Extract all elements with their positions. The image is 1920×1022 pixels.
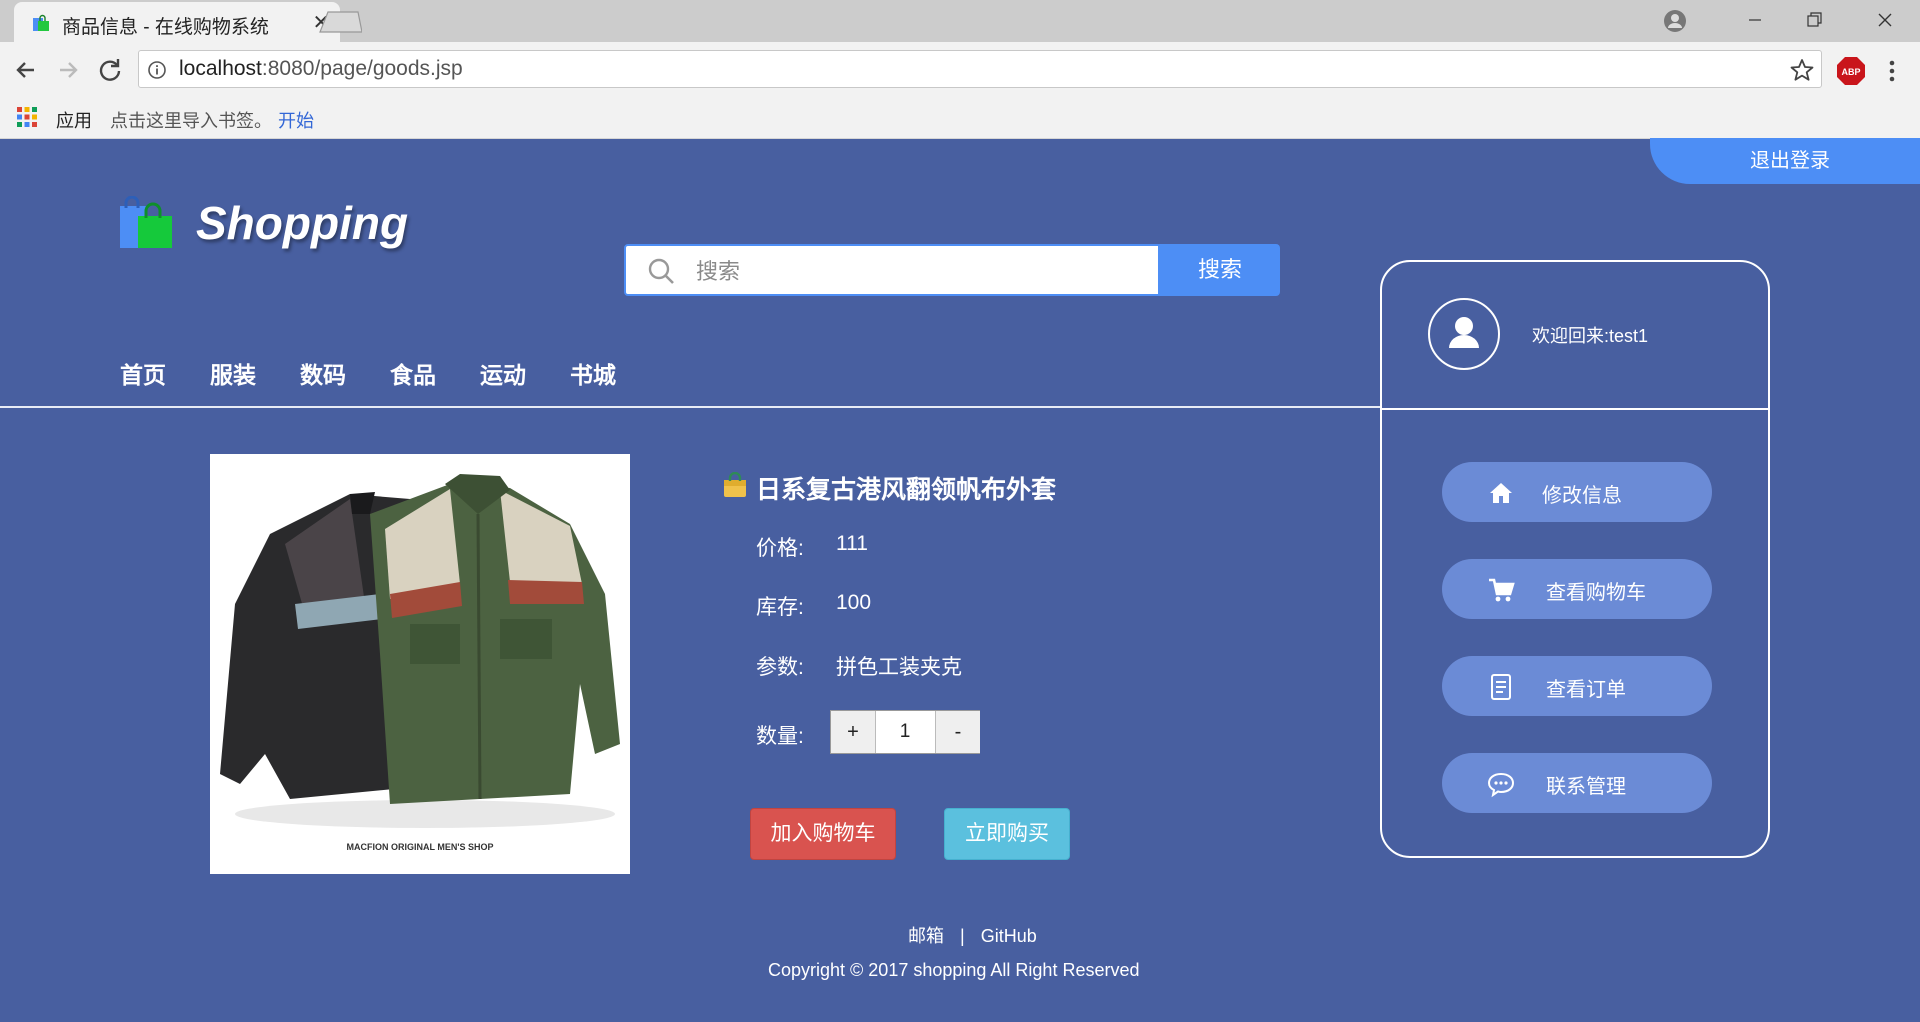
bookmark-apps[interactable]: 应用 bbox=[56, 107, 92, 133]
welcome-text: 欢迎回来:test1 bbox=[1532, 326, 1649, 346]
shopping-bag-logo-icon bbox=[120, 196, 172, 248]
bookmark-star-icon[interactable] bbox=[1789, 57, 1815, 83]
edit-profile-label: 修改信息 bbox=[1542, 485, 1622, 507]
shopping-bag-favicon-icon bbox=[33, 14, 49, 31]
back-arrow-icon[interactable] bbox=[8, 52, 44, 88]
apps-grid-icon[interactable] bbox=[16, 106, 38, 128]
search-field[interactable] bbox=[624, 244, 1160, 296]
restore-icon[interactable] bbox=[1780, 0, 1850, 40]
quantity-label: 数量: bbox=[756, 725, 804, 748]
footer-links: 邮箱 | GitHub bbox=[900, 922, 1045, 948]
search-button[interactable]: 搜索 bbox=[1160, 244, 1280, 296]
params-label: 参数: bbox=[756, 656, 804, 679]
stock-label: 库存: bbox=[756, 596, 804, 619]
adblock-label: ABP bbox=[1841, 67, 1860, 77]
view-cart-label: 查看购物车 bbox=[1546, 582, 1646, 604]
window-close-icon[interactable] bbox=[1850, 0, 1920, 40]
shopping-bag-icon bbox=[724, 472, 746, 497]
reload-icon[interactable] bbox=[92, 52, 128, 88]
image-caption: MACFION ORIGINAL MEN'S SHOP bbox=[347, 842, 494, 852]
home-icon bbox=[1490, 483, 1512, 503]
header-divider bbox=[0, 406, 1382, 408]
chat-icon bbox=[1487, 772, 1515, 798]
forward-arrow-icon[interactable] bbox=[50, 52, 86, 88]
browser-menu-icon[interactable] bbox=[1880, 54, 1904, 88]
cart-icon bbox=[1489, 578, 1515, 602]
params-value: 拼色工装夹克 bbox=[836, 656, 962, 679]
new-tab-icon[interactable] bbox=[318, 10, 362, 34]
quantity-input[interactable]: 1 bbox=[875, 711, 935, 753]
contact-admin-button[interactable]: 联系管理 bbox=[1442, 753, 1712, 813]
footer-email-link[interactable]: 邮箱 bbox=[908, 926, 944, 946]
view-cart-button[interactable]: 查看购物车 bbox=[1442, 559, 1712, 619]
buy-now-button[interactable]: 立即购买 bbox=[944, 808, 1070, 860]
user-icon bbox=[1449, 317, 1479, 348]
user-panel: 欢迎回来:test1 修改信息 查看购物车 查看订单 联系管理 bbox=[1380, 260, 1770, 858]
footer-github-link[interactable]: GitHub bbox=[981, 926, 1037, 946]
price-value: 111 bbox=[836, 532, 868, 555]
nav-item-digital[interactable]: 数码 bbox=[300, 356, 346, 390]
url-path: :8080/page/goods.jsp bbox=[261, 57, 463, 80]
stock-value: 100 bbox=[836, 591, 872, 614]
nav-item-sports[interactable]: 运动 bbox=[480, 356, 526, 390]
view-orders-button[interactable]: 查看订单 bbox=[1442, 656, 1712, 716]
tab-title: 商品信息 - 在线购物系统 bbox=[62, 17, 269, 38]
nav-item-clothing[interactable]: 服装 bbox=[210, 356, 256, 390]
url-host: localhost bbox=[179, 57, 262, 80]
contact-admin-label: 联系管理 bbox=[1546, 776, 1626, 798]
footer-separator: | bbox=[960, 926, 965, 946]
bookmark-start-link[interactable]: 开始 bbox=[278, 107, 314, 133]
site-logo-text[interactable]: Shopping bbox=[196, 196, 408, 250]
url-text: localhost:8080/page/goods.jsp bbox=[179, 57, 463, 81]
logout-button[interactable]: 退出登录 bbox=[1650, 138, 1920, 184]
profile-icon[interactable] bbox=[1660, 6, 1690, 36]
product-image: MACFION ORIGINAL MEN'S SHOP bbox=[210, 454, 630, 874]
order-icon bbox=[1491, 674, 1511, 700]
avatar bbox=[1428, 298, 1500, 370]
copyright-text: Copyright © 2017 shopping All Right Rese… bbox=[768, 960, 1140, 980]
nav-item-food[interactable]: 食品 bbox=[390, 356, 436, 390]
info-icon[interactable] bbox=[147, 60, 167, 80]
nav-item-books[interactable]: 书城 bbox=[570, 356, 616, 390]
view-orders-label: 查看订单 bbox=[1546, 679, 1626, 701]
quantity-decrease-button[interactable]: - bbox=[935, 711, 980, 753]
bookmark-import-hint[interactable]: 点击这里导入书签。 bbox=[110, 107, 272, 133]
panel-divider bbox=[1382, 408, 1768, 410]
search-input[interactable] bbox=[694, 254, 1138, 290]
product-title: 日系复古港风翻领帆布外套 bbox=[756, 476, 1057, 504]
quantity-increase-button[interactable]: + bbox=[831, 711, 876, 753]
edit-profile-button[interactable]: 修改信息 bbox=[1442, 462, 1712, 522]
search-icon bbox=[648, 258, 674, 284]
price-label: 价格: bbox=[756, 537, 804, 560]
quantity-stepper: + 1 - bbox=[830, 710, 980, 754]
browser-tab[interactable]: 商品信息 - 在线购物系统 ✕ bbox=[14, 2, 340, 42]
adblock-icon[interactable]: ABP bbox=[1836, 56, 1866, 86]
jacket-illustration: MACFION ORIGINAL MEN'S SHOP bbox=[210, 454, 630, 874]
address-bar[interactable]: localhost:8080/page/goods.jsp bbox=[138, 50, 1822, 88]
add-to-cart-button[interactable]: 加入购物车 bbox=[750, 808, 896, 860]
nav-item-home[interactable]: 首页 bbox=[120, 356, 166, 390]
